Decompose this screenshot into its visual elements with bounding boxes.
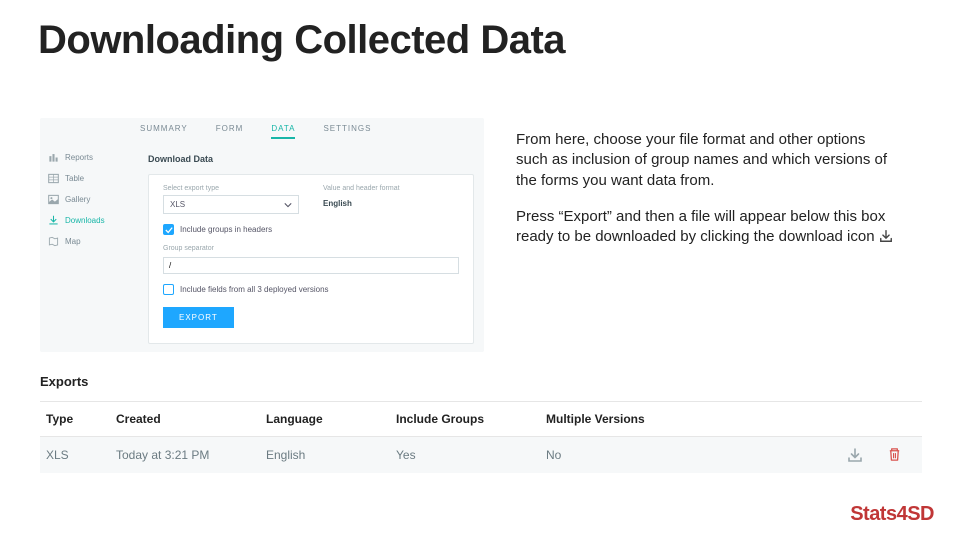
include-groups-checkbox[interactable]: Include groups in headers bbox=[163, 224, 459, 235]
checkbox-label: Include fields from all 3 deployed versi… bbox=[180, 285, 329, 294]
download-file-button[interactable] bbox=[847, 447, 863, 463]
sidebar-item-label: Gallery bbox=[65, 195, 90, 204]
map-icon bbox=[48, 236, 59, 247]
sidebar-item-table[interactable]: Table bbox=[48, 173, 128, 184]
sidebar-item-label: Downloads bbox=[65, 216, 105, 225]
delete-file-button[interactable] bbox=[887, 447, 902, 463]
download-icon bbox=[847, 447, 863, 463]
tab-summary[interactable]: SUMMARY bbox=[140, 124, 188, 139]
gallery-icon bbox=[48, 194, 59, 205]
exports-table-header: Type Created Language Include Groups Mul… bbox=[40, 401, 922, 437]
cell-created: Today at 3:21 PM bbox=[116, 448, 266, 462]
top-tabs: SUMMARY FORM DATA SETTINGS bbox=[140, 124, 371, 139]
panel-title: Download Data bbox=[148, 154, 213, 164]
reports-icon bbox=[48, 152, 59, 163]
download-panel: Select export type XLS Value and header … bbox=[148, 174, 474, 344]
tab-settings[interactable]: SETTINGS bbox=[323, 124, 371, 139]
col-language: Language bbox=[266, 412, 396, 426]
col-include-groups: Include Groups bbox=[396, 412, 546, 426]
export-button[interactable]: EXPORT bbox=[163, 307, 234, 328]
export-type-label: Select export type bbox=[163, 185, 299, 192]
checkbox-label: Include groups in headers bbox=[180, 225, 272, 234]
instruction-paragraph-2: Press “Export” and then a file will appe… bbox=[516, 207, 898, 248]
sidebar-item-label: Table bbox=[65, 174, 84, 183]
col-type: Type bbox=[46, 412, 116, 426]
cell-include-groups: Yes bbox=[396, 448, 546, 462]
export-type-value: XLS bbox=[170, 200, 185, 209]
separator-label: Group separator bbox=[163, 245, 459, 252]
header-format-label: Value and header format bbox=[323, 185, 459, 192]
sidebar-item-label: Map bbox=[65, 237, 81, 246]
sidebar-item-label: Reports bbox=[65, 153, 93, 162]
tab-form[interactable]: FORM bbox=[216, 124, 244, 139]
sidebar-item-map[interactable]: Map bbox=[48, 236, 128, 247]
cell-multiple-versions: No bbox=[546, 448, 716, 462]
export-type-select[interactable]: XLS bbox=[163, 195, 299, 214]
app-screenshot: Reports Table Gallery Downloads Map SUMM… bbox=[40, 118, 484, 352]
trash-icon bbox=[887, 447, 902, 462]
col-created: Created bbox=[116, 412, 266, 426]
sidebar-item-reports[interactable]: Reports bbox=[48, 152, 128, 163]
cell-type: XLS bbox=[46, 448, 116, 462]
cell-language: English bbox=[266, 448, 396, 462]
exports-heading: Exports bbox=[40, 374, 922, 389]
include-versions-checkbox[interactable]: Include fields from all 3 deployed versi… bbox=[163, 284, 459, 295]
left-sidebar: Reports Table Gallery Downloads Map bbox=[40, 152, 128, 247]
download-icon bbox=[879, 229, 893, 243]
checkbox-checked-icon bbox=[163, 224, 174, 235]
brand-logo: Stats4SD bbox=[850, 503, 934, 526]
chevron-down-icon bbox=[284, 201, 292, 209]
download-icon bbox=[48, 215, 59, 226]
exports-section: Exports Type Created Language Include Gr… bbox=[40, 374, 922, 473]
sidebar-item-downloads[interactable]: Downloads bbox=[48, 215, 128, 226]
col-multiple-versions: Multiple Versions bbox=[546, 412, 716, 426]
instruction-p2-text: Press “Export” and then a file will appe… bbox=[516, 208, 885, 245]
tab-data[interactable]: DATA bbox=[271, 124, 295, 139]
instructions-text: From here, choose your file format and o… bbox=[516, 130, 898, 263]
checkbox-unchecked-icon bbox=[163, 284, 174, 295]
exports-table-row: XLS Today at 3:21 PM English Yes No bbox=[40, 437, 922, 473]
header-format-value[interactable]: English bbox=[323, 195, 459, 208]
page-title: Downloading Collected Data bbox=[38, 18, 565, 63]
table-icon bbox=[48, 173, 59, 184]
instruction-paragraph-1: From here, choose your file format and o… bbox=[516, 130, 898, 191]
separator-input[interactable] bbox=[163, 257, 459, 274]
sidebar-item-gallery[interactable]: Gallery bbox=[48, 194, 128, 205]
